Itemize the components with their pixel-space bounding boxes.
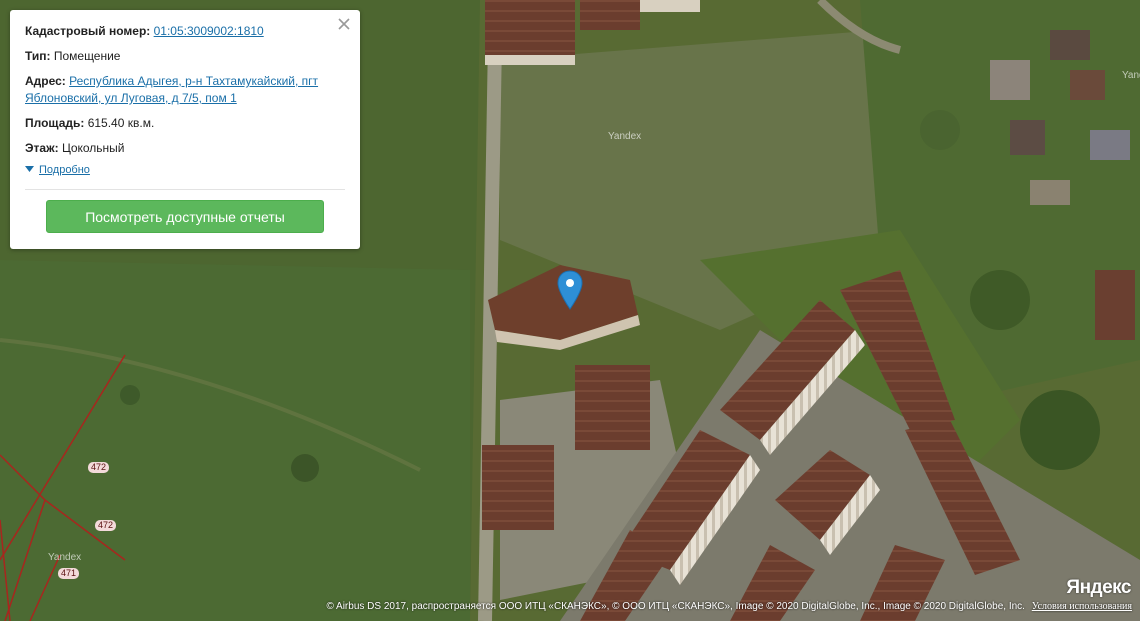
- attribution-text: © Airbus DS 2017, распространяется ООО И…: [326, 601, 1025, 612]
- view-reports-button[interactable]: Посмотреть доступные отчеты: [46, 200, 324, 233]
- plot-label[interactable]: 472: [88, 462, 110, 473]
- area-value: 615.40 кв.м.: [87, 116, 155, 130]
- floor-value: Цокольный: [61, 141, 125, 155]
- area-label: Площадь:: [25, 116, 85, 130]
- type-label: Тип:: [25, 49, 51, 63]
- triangle-down-icon: [25, 164, 34, 176]
- cadastral-number-label: Кадастровый номер:: [25, 24, 151, 38]
- address-link[interactable]: Республика Адыгея, р-н Тахтамукайский, п…: [25, 74, 318, 105]
- divider: [25, 189, 345, 190]
- details-link[interactable]: Подробно: [39, 164, 90, 176]
- area-row: Площадь: 615.40 кв.м.: [25, 115, 345, 132]
- map-watermark: Yandex: [48, 552, 82, 563]
- property-info-card: Кадастровый номер: 01:05:3009002:1810 Ти…: [10, 10, 360, 249]
- close-icon[interactable]: [336, 16, 352, 32]
- type-row: Тип: Помещение: [25, 48, 345, 65]
- type-value: Помещение: [53, 49, 121, 63]
- map-watermark: Yandex: [1122, 70, 1140, 81]
- cadastral-number-row: Кадастровый номер: 01:05:3009002:1810: [25, 23, 345, 40]
- cadastral-number-link[interactable]: 01:05:3009002:1810: [154, 24, 264, 38]
- terms-link[interactable]: Условия использования: [1032, 601, 1132, 612]
- floor-label: Этаж:: [25, 141, 59, 155]
- floor-row: Этаж: Цокольный: [25, 140, 345, 157]
- yandex-logo: Яндекс: [1066, 577, 1131, 598]
- address-label: Адрес:: [25, 74, 66, 88]
- details-toggle[interactable]: Подробно: [25, 164, 345, 176]
- address-row: Адрес: Республика Адыгея, р-н Тахтамукай…: [25, 73, 345, 107]
- map-watermark: Yandex: [608, 131, 642, 142]
- plot-label[interactable]: 472: [95, 520, 117, 531]
- map-attribution: © Airbus DS 2017, распространяется ООО И…: [326, 601, 1132, 612]
- location-pin-icon[interactable]: [557, 270, 583, 310]
- plot-label[interactable]: 471: [58, 568, 80, 579]
